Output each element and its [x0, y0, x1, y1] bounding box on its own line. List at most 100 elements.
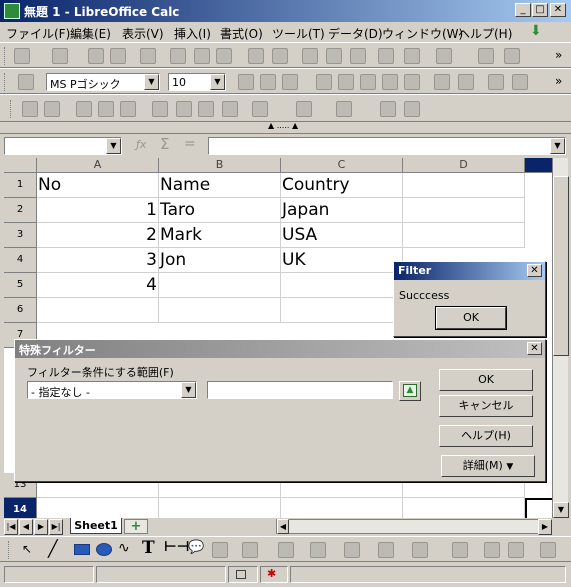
- chevron-down-icon[interactable]: ▼: [144, 74, 159, 90]
- clone-format-icon[interactable]: [378, 48, 394, 64]
- cell-a5[interactable]: 4: [37, 273, 159, 298]
- row-header[interactable]: 4: [4, 248, 37, 273]
- extrusion-icon[interactable]: [540, 542, 556, 558]
- stars-icon[interactable]: [412, 542, 428, 558]
- column-header-b[interactable]: B: [159, 158, 281, 173]
- block-arrows-icon[interactable]: [310, 542, 326, 558]
- special-filter-cancel-button[interactable]: キャンセル: [439, 395, 533, 417]
- cell-b5[interactable]: [159, 273, 281, 298]
- first-sheet-button[interactable]: |◀: [4, 519, 18, 535]
- menu-tools[interactable]: ツール(T): [272, 25, 325, 42]
- align-center-icon[interactable]: [338, 74, 354, 90]
- chevron-down-icon[interactable]: ▼: [181, 382, 196, 398]
- currency-icon[interactable]: [434, 74, 450, 90]
- line-icon[interactable]: ╱: [48, 539, 58, 558]
- justify-icon[interactable]: [382, 74, 398, 90]
- toolbar-overflow-icon[interactable]: »: [555, 74, 562, 88]
- toolbar-grip[interactable]: [4, 47, 7, 65]
- sum-icon[interactable]: Σ: [160, 135, 169, 153]
- select-arrow-icon[interactable]: ↖: [22, 542, 32, 556]
- cell-c4[interactable]: UK: [281, 248, 403, 273]
- callout-icon[interactable]: ⊢⊣: [164, 539, 190, 555]
- font-name-combo[interactable]: MS Pゴシック ▼: [46, 73, 160, 91]
- autospell-icon[interactable]: [272, 48, 288, 64]
- special-filter-close-button[interactable]: ✕: [527, 342, 542, 355]
- menu-help[interactable]: ヘルプ(H): [458, 25, 512, 42]
- print-icon[interactable]: [194, 48, 210, 64]
- cell-b1[interactable]: Name: [159, 173, 281, 198]
- select-all-corner[interactable]: [4, 158, 37, 173]
- save-icon[interactable]: [88, 48, 104, 64]
- status-modified[interactable]: ✱: [260, 566, 288, 583]
- align-right-icon[interactable]: [360, 74, 376, 90]
- bold-icon[interactable]: [238, 74, 254, 90]
- toolbar-grip[interactable]: [8, 541, 11, 559]
- function-wizard-icon[interactable]: ƒx: [136, 138, 146, 151]
- chevron-down-icon[interactable]: ▼: [210, 74, 225, 90]
- callouts-icon[interactable]: [378, 542, 394, 558]
- pdf-icon[interactable]: [170, 48, 186, 64]
- speech-bubble-icon[interactable]: 💬: [188, 540, 204, 555]
- row-header[interactable]: 3: [4, 223, 37, 248]
- points-icon[interactable]: [452, 542, 468, 558]
- gallery-icon[interactable]: [508, 542, 524, 558]
- chevron-down-icon[interactable]: ▼: [550, 138, 565, 154]
- select-icon[interactable]: [22, 101, 38, 117]
- copy-icon[interactable]: [326, 48, 342, 64]
- cut-icon[interactable]: [302, 48, 318, 64]
- row-header[interactable]: 5: [4, 273, 37, 298]
- cell-c14[interactable]: [281, 498, 403, 518]
- menu-insert[interactable]: 挿入(I): [174, 25, 211, 42]
- cell-c5[interactable]: [281, 273, 403, 298]
- last-sheet-button[interactable]: ▶|: [49, 519, 63, 535]
- next-sheet-button[interactable]: ▶: [34, 519, 48, 535]
- cell-c3[interactable]: USA: [281, 223, 403, 248]
- special-filter-details-button[interactable]: 詳細(M) ▼: [441, 455, 535, 477]
- menu-edit[interactable]: 編集(E): [70, 25, 111, 42]
- fontwork-icon[interactable]: [212, 542, 228, 558]
- curve-icon[interactable]: ∿: [118, 540, 130, 556]
- from-file-icon[interactable]: [484, 542, 500, 558]
- shadow-icon[interactable]: [380, 101, 396, 117]
- image-icon[interactable]: [98, 101, 114, 117]
- align-left-icon[interactable]: [316, 74, 332, 90]
- status-insert-mode[interactable]: [228, 566, 258, 583]
- row-header-selected[interactable]: 14: [4, 498, 37, 518]
- grid-icon[interactable]: [198, 101, 214, 117]
- cell-a4[interactable]: 3: [37, 248, 159, 273]
- font-size-combo[interactable]: 10 ▼: [168, 73, 226, 91]
- cell-d3[interactable]: [403, 223, 525, 248]
- horizontal-scrollbar[interactable]: ◀: [276, 519, 540, 534]
- merge-cells-icon[interactable]: [404, 74, 420, 90]
- maximize-button[interactable]: □: [532, 3, 548, 17]
- cell-a2[interactable]: 1: [37, 198, 159, 223]
- undo-icon[interactable]: [404, 48, 420, 64]
- cell-a6[interactable]: [37, 298, 159, 323]
- toolbar-overflow-icon[interactable]: »: [555, 48, 562, 62]
- close-button[interactable]: ✕: [550, 3, 566, 17]
- preview-icon[interactable]: [216, 48, 232, 64]
- special-filter-help-button[interactable]: ヘルプ(H): [439, 425, 533, 447]
- flowchart-icon[interactable]: [344, 542, 360, 558]
- cell-c1[interactable]: Country: [281, 173, 403, 198]
- collapse-icon[interactable]: ▲ ..... ▲: [268, 121, 298, 130]
- cell-b14[interactable]: [159, 498, 281, 518]
- sheet-tab-sheet1[interactable]: Sheet1: [70, 518, 122, 534]
- new-doc-icon[interactable]: [14, 48, 30, 64]
- menu-format[interactable]: 書式(O): [220, 25, 263, 42]
- menu-data[interactable]: データ(D): [328, 25, 383, 42]
- italic-icon[interactable]: [260, 74, 276, 90]
- cell-a3[interactable]: 2: [37, 223, 159, 248]
- hyperlink-icon[interactable]: [478, 48, 494, 64]
- menu-file[interactable]: ファイル(F): [6, 25, 70, 42]
- filter-dialog-ok-button[interactable]: OK: [435, 306, 507, 330]
- text-icon[interactable]: T: [142, 538, 155, 558]
- styles-icon[interactable]: [18, 74, 34, 90]
- cell-b4[interactable]: Jon: [159, 248, 281, 273]
- selection-icon[interactable]: [222, 101, 238, 117]
- toolbar-grip[interactable]: [4, 73, 7, 91]
- chart-icon[interactable]: [152, 101, 168, 117]
- filter-dialog-close-button[interactable]: ✕: [527, 264, 542, 277]
- frame-icon[interactable]: [120, 101, 136, 117]
- special-filter-ok-button[interactable]: OK: [439, 369, 533, 391]
